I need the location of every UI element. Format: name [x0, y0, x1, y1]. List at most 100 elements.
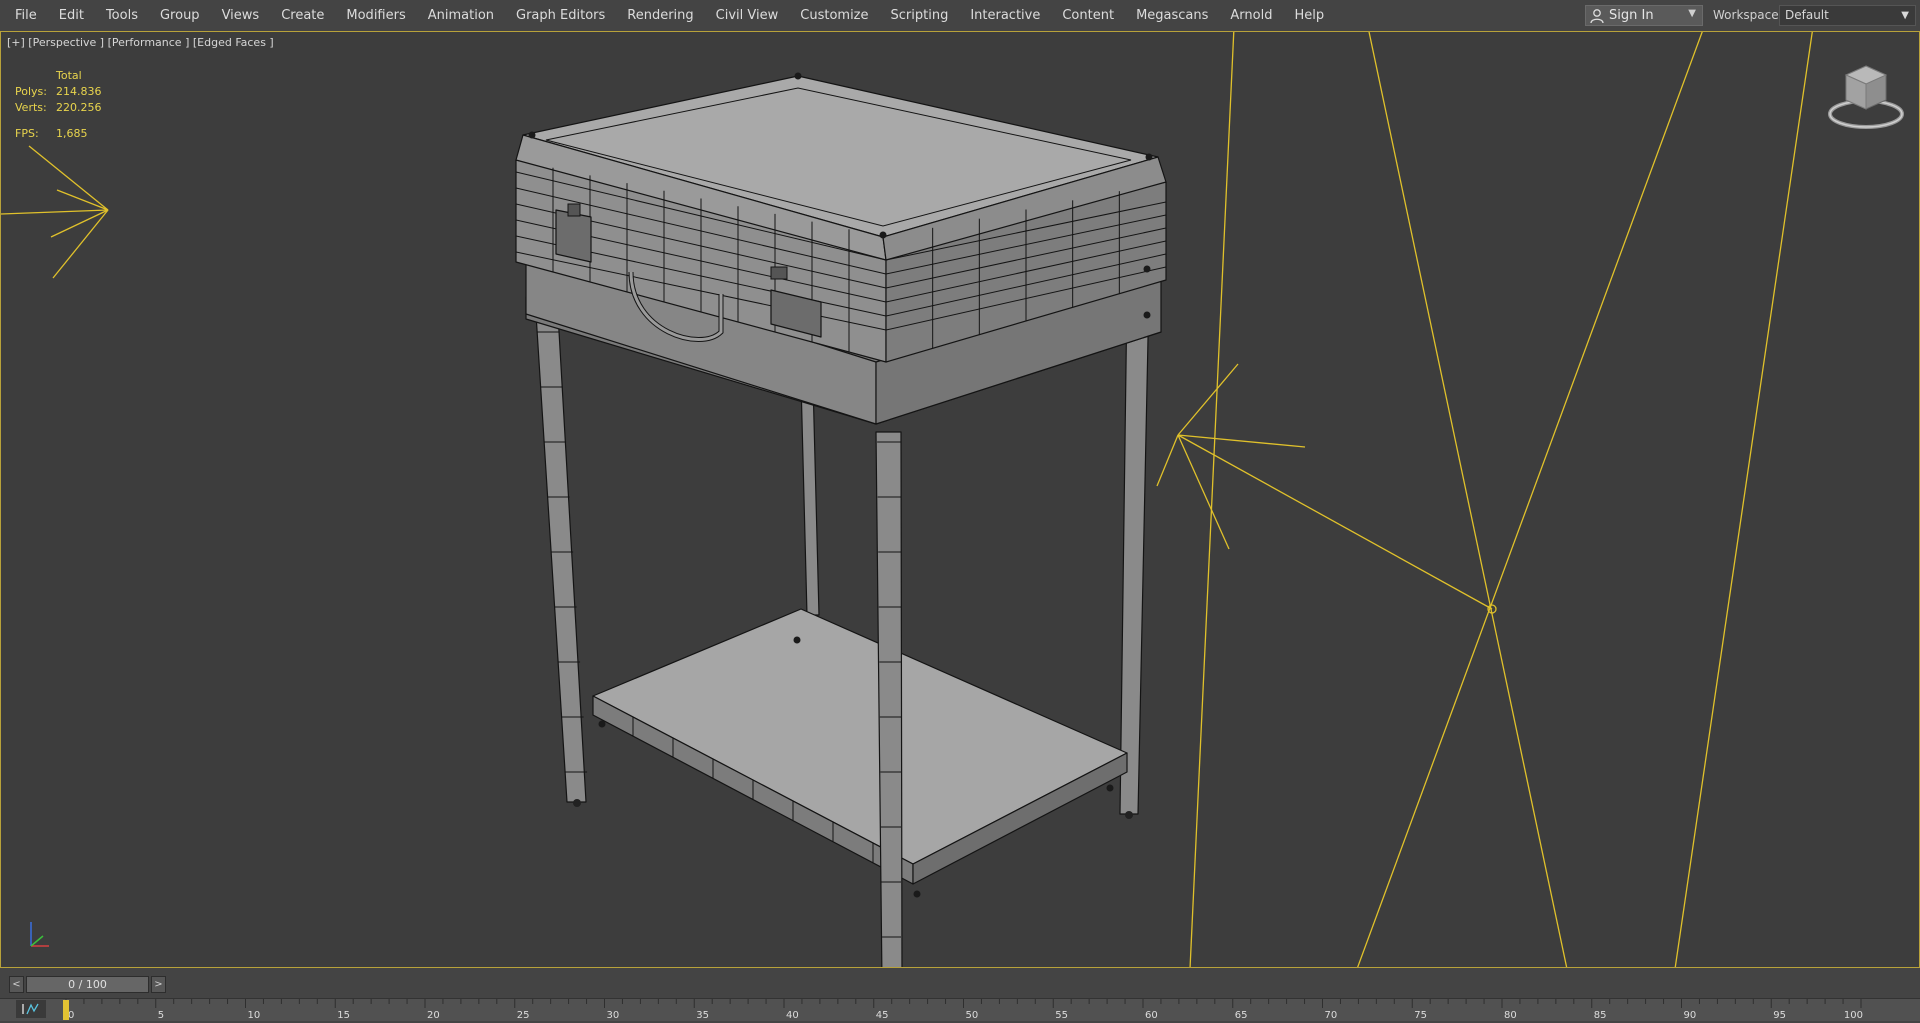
polys-label: Polys:: [15, 85, 47, 98]
timeline-tick-label: 5: [158, 1010, 164, 1021]
sign-in-button[interactable]: Sign In ▼: [1585, 5, 1703, 26]
menu-graph-editors[interactable]: Graph Editors: [505, 0, 616, 31]
corner-pin: [879, 231, 887, 239]
workspaces-label: Workspaces:: [1713, 8, 1789, 22]
viewport-scene[interactable]: [1, 32, 1920, 968]
menu-file[interactable]: File: [4, 0, 48, 31]
workspaces-value: Default: [1785, 8, 1829, 22]
table-leg-back-right: [1119, 291, 1150, 815]
light-line: [1, 209, 109, 215]
user-icon: [1590, 8, 1604, 23]
light-line: [52, 209, 109, 279]
menu-civil-view[interactable]: Civil View: [705, 0, 790, 31]
light-line: [50, 209, 109, 238]
corner-pin: [794, 72, 802, 80]
menu-arnold[interactable]: Arnold: [1219, 0, 1283, 31]
previous-frame-button[interactable]: <: [9, 976, 24, 993]
menu-edit[interactable]: Edit: [48, 0, 95, 31]
timeline-tick-label: 25: [517, 1010, 530, 1021]
timeline-tick-label: 70: [1325, 1010, 1338, 1021]
timeline-tick-label: 15: [337, 1010, 350, 1021]
table-leg-back: [800, 381, 820, 616]
timeline-tick-label: 50: [966, 1010, 979, 1021]
mini-curve-editor-icon[interactable]: [16, 1000, 46, 1018]
menu-rendering[interactable]: Rendering: [616, 0, 704, 31]
axis-tripod-icon: [30, 922, 49, 947]
menu-customize[interactable]: Customize: [789, 0, 879, 31]
timeline-tick-label: 90: [1684, 1010, 1697, 1021]
leg-foot: [573, 799, 581, 807]
timeline-tick-label: 65: [1235, 1010, 1248, 1021]
corner-pin: [913, 890, 921, 898]
timeline-tick-label: 85: [1594, 1010, 1607, 1021]
main-menu: File Edit Tools Group Views Create Modifiers An…: [4, 0, 1335, 31]
menu-scripting[interactable]: Scripting: [880, 0, 960, 31]
light-line: [1156, 434, 1179, 487]
viewcube-icon[interactable]: [1826, 62, 1906, 134]
timeline-tick-label: 60: [1145, 1010, 1158, 1021]
workspaces-dropdown[interactable]: Default ▼: [1779, 5, 1916, 26]
table-leg-front-right: [875, 431, 903, 967]
menu-create[interactable]: Create: [270, 0, 335, 31]
menu-megascans[interactable]: Megascans: [1125, 0, 1219, 31]
viewport-label[interactable]: [+] [Perspective ] [Performance ] [Edged…: [7, 36, 274, 49]
verts-value: 220.256: [56, 101, 102, 114]
chevron-down-icon: ▼: [1688, 8, 1696, 19]
current-frame-marker[interactable]: [63, 1000, 69, 1020]
timeline-tick-label: 35: [696, 1010, 709, 1021]
menu-bar: File Edit Tools Group Views Create Modifiers An…: [0, 0, 1920, 32]
corner-pin: [528, 131, 536, 139]
latch-clasp: [770, 266, 788, 280]
timeline-tick-label: 80: [1504, 1010, 1517, 1021]
corner-pin: [793, 636, 801, 644]
light-line: [1177, 434, 1230, 550]
polys-value: 214.836: [56, 85, 102, 98]
corner-pin: [598, 720, 606, 728]
timeline-tick-label: 40: [786, 1010, 799, 1021]
light-line: [28, 145, 109, 211]
time-slider[interactable]: 0 / 100: [26, 976, 149, 993]
corner-pin: [1143, 265, 1151, 273]
timeline-tick-label: 75: [1414, 1010, 1427, 1021]
light-line: [1177, 363, 1239, 436]
menu-content[interactable]: Content: [1051, 0, 1125, 31]
menu-interactive[interactable]: Interactive: [959, 0, 1051, 31]
latch-clasp: [567, 203, 581, 217]
suitcase-latch-left: [555, 209, 592, 263]
fps-label: FPS:: [15, 127, 39, 140]
menu-animation[interactable]: Animation: [417, 0, 505, 31]
fps-value: 1,685: [56, 127, 88, 140]
time-slider-area: < 0 / 100 > 0 5 10 15 20 25 30 35 40 45 50 55 60 65 70…: [0, 968, 1920, 1023]
light-line: [56, 189, 109, 211]
leg-foot: [1125, 811, 1133, 819]
perspective-viewport[interactable]: [+] [Perspective ] [Performance ] [Edged…: [0, 31, 1920, 968]
timeline-tick-label: 30: [607, 1010, 620, 1021]
menu-help[interactable]: Help: [1283, 0, 1335, 31]
bottom-shelf-top: [592, 608, 1128, 865]
light-line: [1368, 32, 1568, 967]
light-line: [1189, 32, 1235, 967]
viewport-statistics: Total Polys: 214.836 Verts: 220.256 FPS: 1,…: [15, 68, 102, 142]
timeline-tick-label: 55: [1055, 1010, 1068, 1021]
menu-views[interactable]: Views: [211, 0, 271, 31]
timeline-tick-label: 10: [248, 1010, 261, 1021]
timeline-tick-label: 45: [876, 1010, 889, 1021]
corner-pin: [1143, 311, 1151, 319]
timeline-tick-label: 95: [1773, 1010, 1786, 1021]
light-line: [1177, 434, 1493, 610]
menu-group[interactable]: Group: [149, 0, 211, 31]
menu-modifiers[interactable]: Modifiers: [335, 0, 416, 31]
chevron-down-icon: ▼: [1901, 10, 1909, 21]
light-line: [1674, 32, 1813, 967]
timeline-tick-label: 100: [1844, 1010, 1863, 1021]
light-line: [1357, 32, 1703, 967]
stats-header: Total: [56, 69, 82, 82]
menu-tools[interactable]: Tools: [95, 0, 149, 31]
sign-in-label: Sign In: [1609, 8, 1654, 23]
track-bar[interactable]: 0 5 10 15 20 25 30 35 40 45 50 55 60 65 70 75 80 85 90 95 10…: [0, 998, 1920, 1021]
next-frame-button[interactable]: >: [151, 976, 166, 993]
corner-pin: [1106, 784, 1114, 792]
corner-pin: [1145, 153, 1153, 161]
timeline-tick-label: 20: [427, 1010, 440, 1021]
verts-label: Verts:: [15, 101, 47, 114]
